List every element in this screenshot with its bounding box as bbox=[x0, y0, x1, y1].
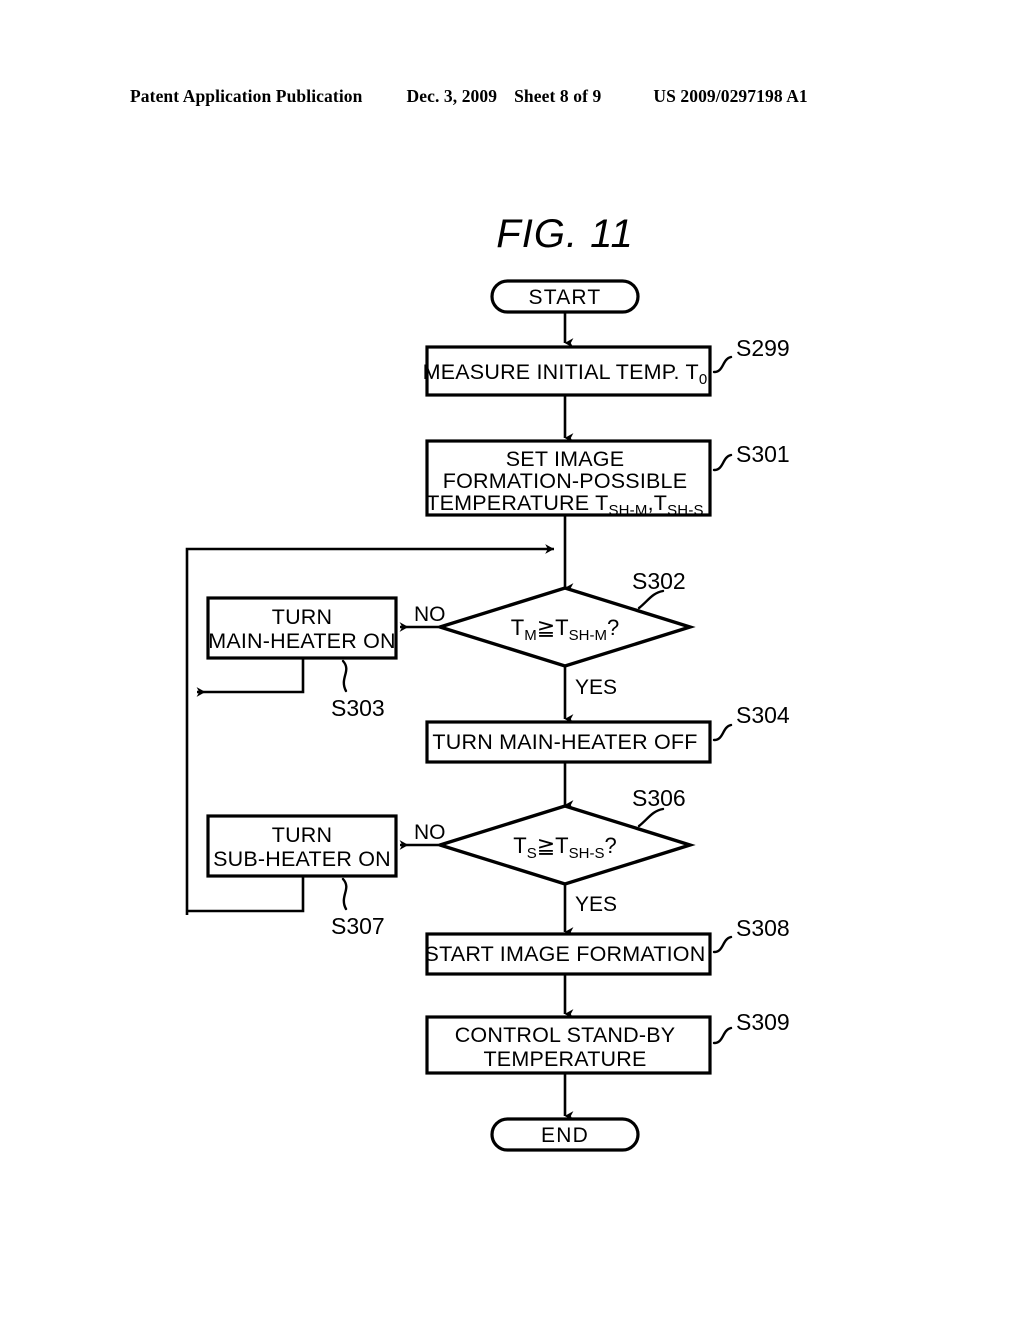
s299-text: MEASURE INITIAL TEMP. T0 bbox=[423, 360, 708, 388]
s307-step-label: S307 bbox=[331, 913, 385, 939]
s307-text-line2: SUB-HEATER ON bbox=[213, 847, 391, 871]
connector-s303-to-feedback bbox=[196, 658, 305, 697]
s303-step-label: S303 bbox=[331, 695, 385, 721]
node-s302: TM≧TSH-M? S302 NO YES bbox=[414, 568, 696, 699]
s301-text-line3: TEMPERATURE TSH-M,TSH-S bbox=[426, 491, 703, 519]
node-end: END bbox=[490, 1117, 640, 1152]
s308-leader-line bbox=[712, 935, 733, 954]
s299-leader-line bbox=[712, 355, 733, 374]
node-s304: TURN MAIN-HEATER OFF S304 bbox=[425, 702, 790, 764]
s307-text-line1: TURN bbox=[272, 823, 333, 847]
connector-s307-to-feedback bbox=[187, 876, 305, 913]
s306-step-label: S306 bbox=[632, 785, 686, 811]
s309-text-line2: TEMPERATURE bbox=[483, 1047, 646, 1071]
s304-text: TURN MAIN-HEATER OFF bbox=[432, 730, 697, 754]
s309-text-line1: CONTROL STAND-BY bbox=[455, 1023, 676, 1047]
node-start: START bbox=[490, 279, 640, 314]
node-s301: SET IMAGE FORMATION-POSSIBLE TEMPERATURE… bbox=[425, 439, 790, 519]
s307-leader-line bbox=[341, 877, 348, 911]
s302-step-label: S302 bbox=[632, 568, 686, 594]
s301-step-label: S301 bbox=[736, 441, 790, 467]
figure-title: FIG. 11 bbox=[496, 212, 633, 256]
node-s307: TURN SUB-HEATER ON S307 bbox=[206, 814, 398, 939]
s301-text-line2: FORMATION-POSSIBLE bbox=[443, 469, 688, 493]
s302-branch-yes-label: YES bbox=[575, 676, 617, 699]
patent-page: Patent Application Publication Dec. 3, 2… bbox=[0, 0, 1024, 1320]
node-s308: START IMAGE FORMATION S308 bbox=[425, 915, 790, 976]
s309-leader-line bbox=[712, 1026, 733, 1045]
s309-step-label: S309 bbox=[736, 1009, 790, 1035]
s304-leader-line bbox=[712, 723, 733, 742]
s306-branch-yes-label: YES bbox=[575, 893, 617, 916]
s302-branch-no-label: NO bbox=[414, 603, 446, 626]
s303-text-line2: MAIN-HEATER ON bbox=[208, 629, 396, 653]
s304-step-label: S304 bbox=[736, 702, 790, 728]
figure-11-flowchart: FIG. 11 START MEASURE INITIAL TEMP. T0 S… bbox=[185, 212, 790, 1152]
node-s299: MEASURE INITIAL TEMP. T0 S299 bbox=[423, 335, 790, 397]
s303-text-line1: TURN bbox=[272, 605, 333, 629]
start-terminal-label: START bbox=[529, 286, 602, 309]
s306-leader-line bbox=[637, 807, 665, 828]
node-s306: TS≧TSH-S? S306 NO YES bbox=[414, 785, 696, 916]
end-terminal-label: END bbox=[541, 1124, 589, 1147]
node-s309: CONTROL STAND-BY TEMPERATURE S309 bbox=[425, 1009, 790, 1075]
s299-step-label: S299 bbox=[736, 335, 790, 361]
node-s303: TURN MAIN-HEATER ON S303 bbox=[206, 596, 398, 721]
s306-branch-no-label: NO bbox=[414, 821, 446, 844]
s301-text-line1: SET IMAGE bbox=[506, 447, 625, 471]
s308-text: START IMAGE FORMATION bbox=[425, 942, 706, 966]
s301-leader-line bbox=[712, 453, 733, 472]
s303-leader-line bbox=[341, 659, 348, 693]
s308-step-label: S308 bbox=[736, 915, 790, 941]
